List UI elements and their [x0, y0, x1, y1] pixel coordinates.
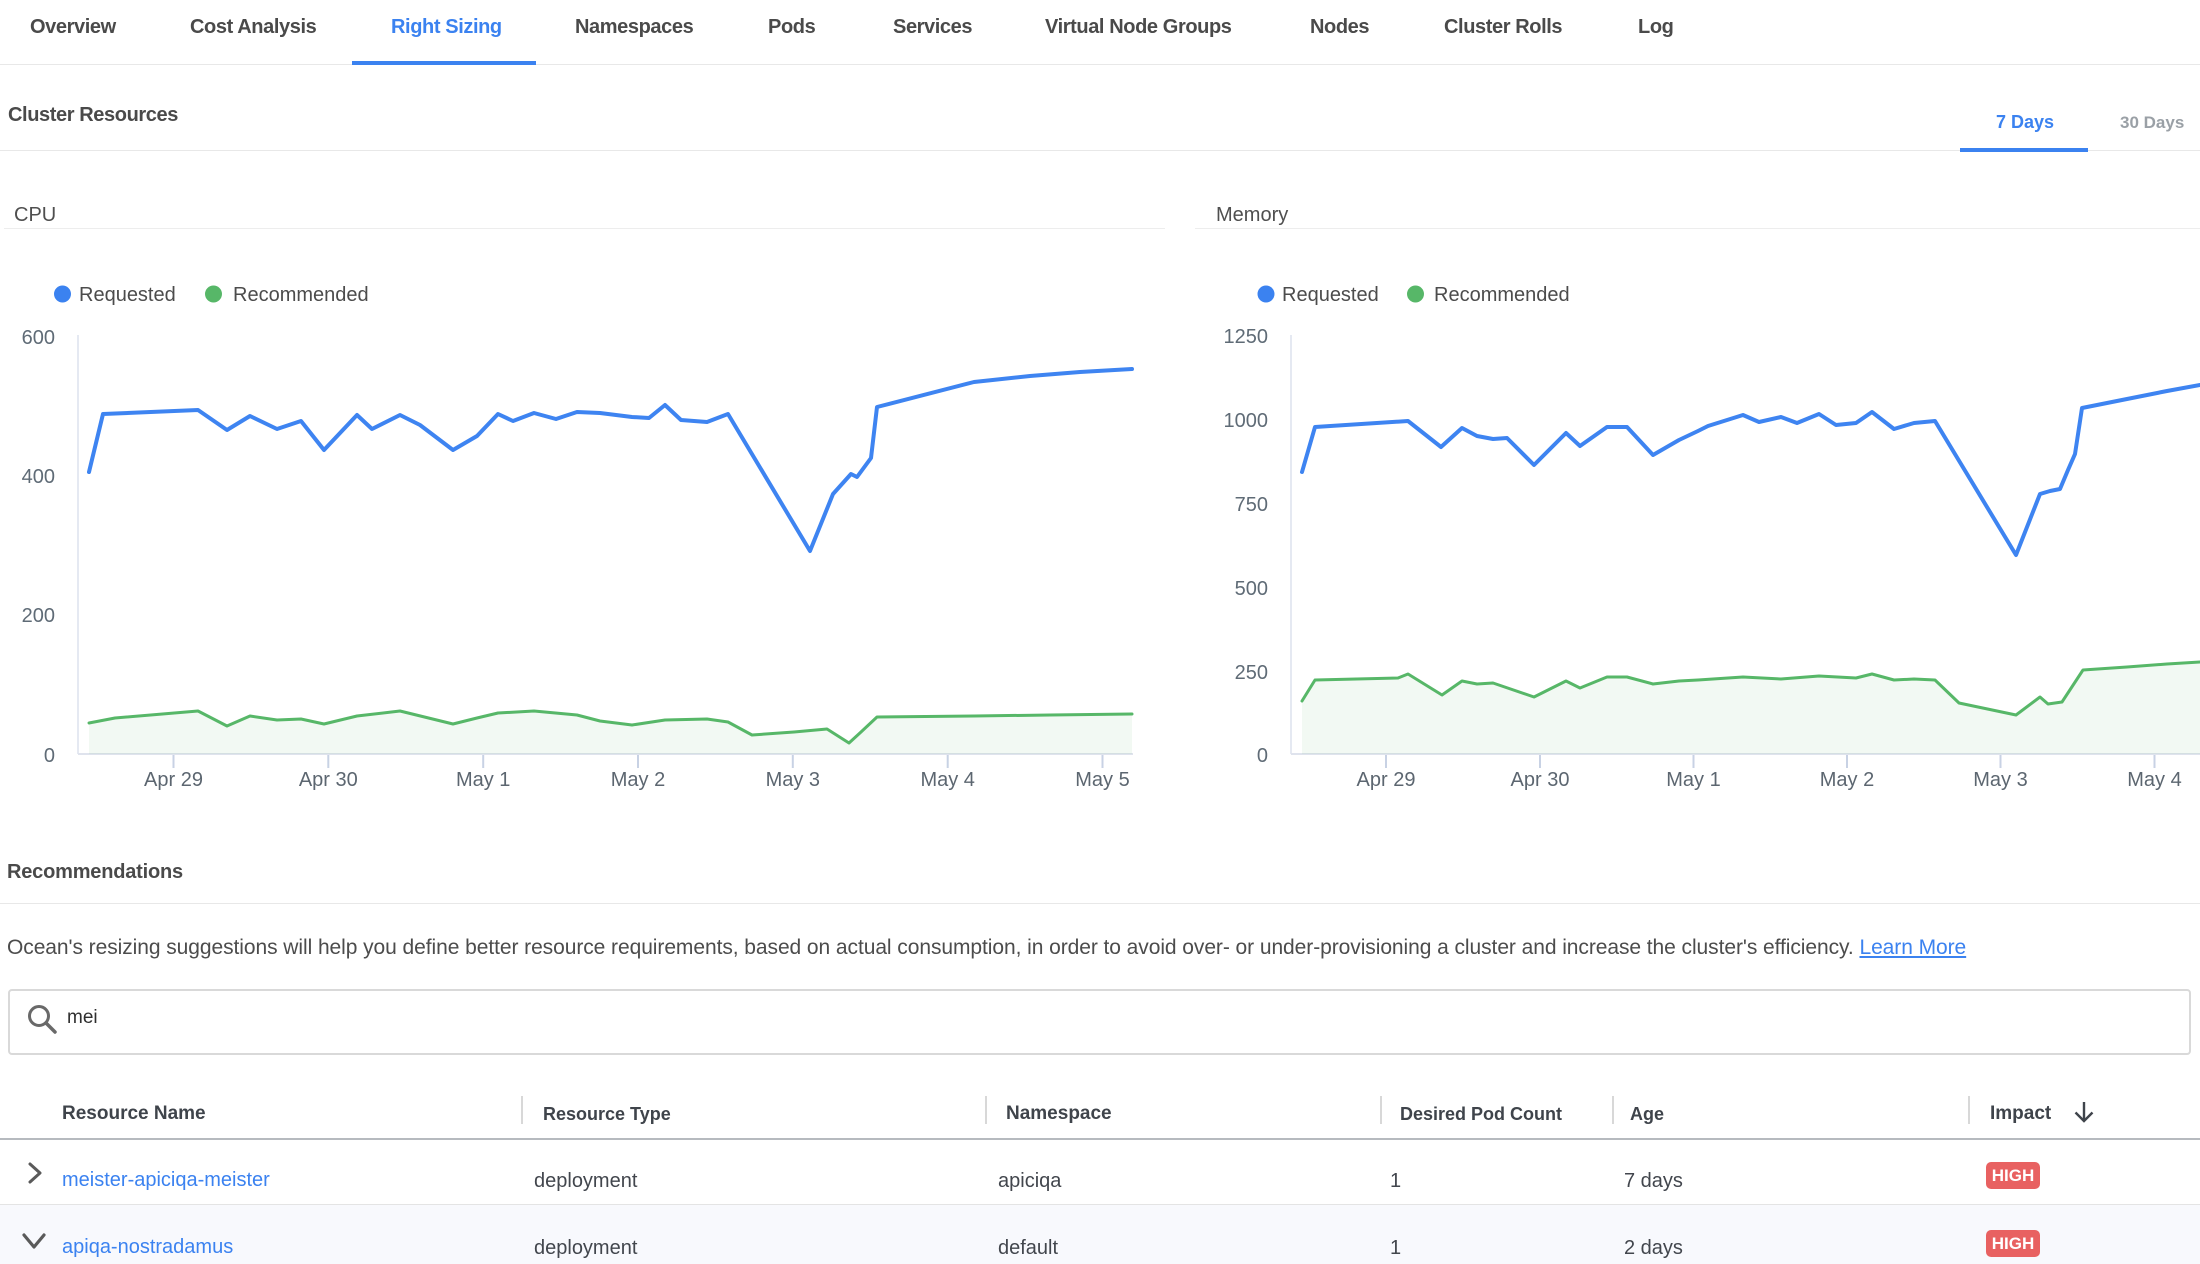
svg-text:400: 400	[22, 466, 55, 488]
svg-text:0: 0	[44, 745, 55, 767]
svg-text:Recommended: Recommended	[233, 284, 369, 306]
svg-text:Apr 30: Apr 30	[1511, 769, 1570, 791]
svg-text:May 2: May 2	[611, 769, 665, 791]
svg-text:0: 0	[1257, 745, 1268, 767]
svg-text:1000: 1000	[1224, 410, 1269, 432]
svg-text:Requested: Requested	[1282, 284, 1379, 306]
svg-text:May 3: May 3	[1973, 769, 2027, 791]
svg-text:Apr 29: Apr 29	[1357, 769, 1416, 791]
svg-text:Apr 29: Apr 29	[144, 769, 203, 791]
svg-text:May 5: May 5	[1075, 769, 1129, 791]
svg-text:May 2: May 2	[1820, 769, 1874, 791]
svg-text:Requested: Requested	[79, 284, 176, 306]
svg-text:Apr 30: Apr 30	[299, 769, 358, 791]
svg-text:1250: 1250	[1224, 326, 1269, 348]
svg-text:750: 750	[1235, 494, 1268, 516]
svg-text:May 1: May 1	[1666, 769, 1720, 791]
svg-text:250: 250	[1235, 662, 1268, 684]
svg-text:500: 500	[1235, 578, 1268, 600]
svg-text:200: 200	[22, 605, 55, 627]
svg-text:600: 600	[22, 327, 55, 349]
svg-text:May 4: May 4	[920, 769, 974, 791]
svg-text:May 3: May 3	[766, 769, 820, 791]
svg-text:Recommended: Recommended	[1434, 284, 1570, 306]
svg-text:May 4: May 4	[2127, 769, 2181, 791]
svg-text:May 1: May 1	[456, 769, 510, 791]
